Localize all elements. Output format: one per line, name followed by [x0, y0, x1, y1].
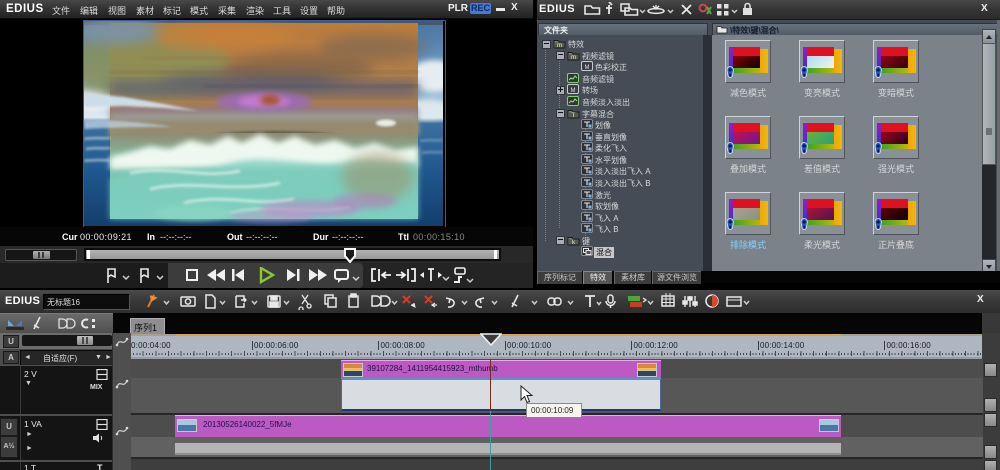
svg-text:M: M — [585, 65, 590, 71]
svg-text:M: M — [571, 88, 576, 94]
svg-text:T: T — [572, 113, 576, 119]
svg-text:m: m — [557, 43, 562, 49]
svg-text:m: m — [571, 55, 576, 61]
